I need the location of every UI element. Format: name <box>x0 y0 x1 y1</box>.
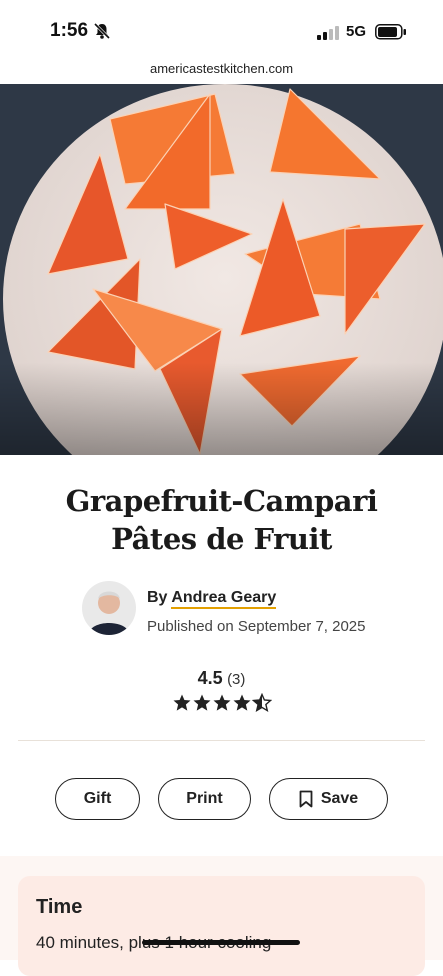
print-button[interactable]: Print <box>158 778 251 820</box>
author-link[interactable]: Andrea Geary <box>171 589 277 609</box>
author-block: By Andrea Geary Published on September 7… <box>82 581 422 641</box>
author-byline: By Andrea Geary <box>147 589 277 609</box>
save-label: Save <box>320 790 359 807</box>
star-icon <box>213 694 231 711</box>
published-date: Published on September 7, 2025 <box>147 618 366 635</box>
status-time: 1:56 <box>50 20 89 41</box>
print-label: Print <box>186 790 223 807</box>
rating-count: (3) <box>227 671 246 688</box>
gift-button[interactable]: Gift <box>55 778 140 820</box>
bookmark-icon <box>299 790 313 808</box>
hero-image <box>0 84 443 514</box>
star-icon <box>233 694 251 711</box>
network-label: 5G <box>346 23 367 40</box>
battery-icon <box>375 24 407 45</box>
rating-score: 4.5 <box>197 668 223 688</box>
time-label: Time <box>36 896 83 918</box>
gift-label: Gift <box>83 790 112 807</box>
home-indicator[interactable] <box>142 940 300 945</box>
author-avatar[interactable] <box>82 581 136 635</box>
save-button[interactable]: Save <box>269 778 388 820</box>
status-bar: 1:56 5G <box>0 0 443 58</box>
by-prefix: By <box>147 589 168 606</box>
divider <box>18 740 425 741</box>
star-icon <box>193 694 211 711</box>
signal-icon <box>317 26 341 45</box>
star-icon <box>173 694 191 711</box>
bell-muted-icon <box>93 22 111 45</box>
time-card: Time 40 minutes, plus 1 hour cooling <box>18 876 425 976</box>
rating-stars[interactable] <box>172 693 272 718</box>
rating-summary[interactable]: 4.5 (3) <box>0 668 443 689</box>
recipe-title: Grapefruit-Campari Pâtes de Fruit <box>65 484 378 556</box>
url-bar[interactable]: americastestkitchen.com <box>0 61 443 76</box>
